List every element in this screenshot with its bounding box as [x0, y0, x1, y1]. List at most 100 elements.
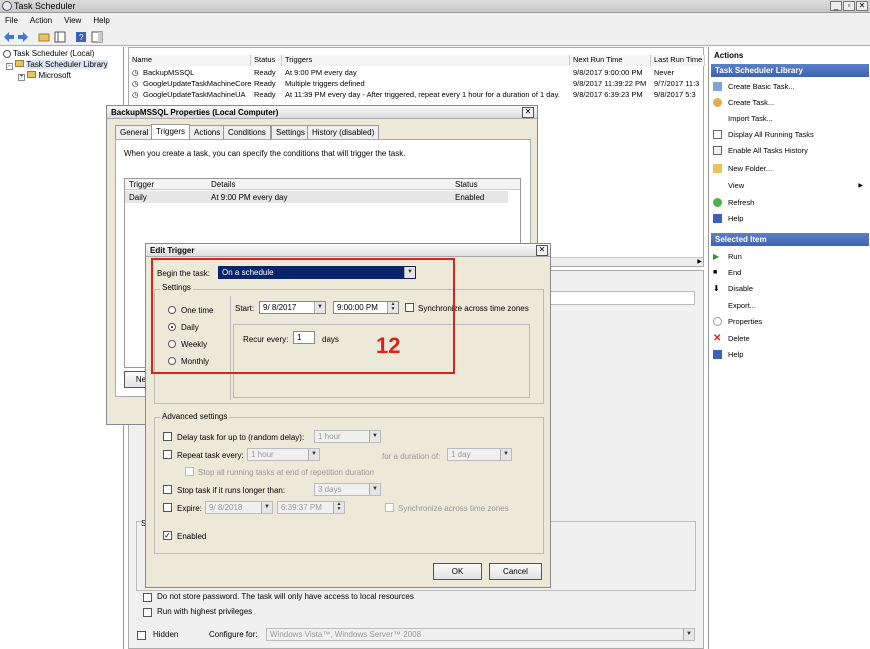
delay-checkbox[interactable] — [163, 432, 172, 441]
configure-for-label: Configure for: — [209, 630, 258, 639]
help-library[interactable]: Help — [713, 214, 743, 223]
maximize-button[interactable]: ▫ — [843, 1, 855, 11]
hidden-checkbox[interactable] — [137, 631, 146, 640]
forward-arrow-icon[interactable] — [17, 31, 29, 43]
folder-icon — [15, 60, 25, 67]
tree-root[interactable]: Task Scheduler (Local) — [3, 49, 94, 58]
chevron-down-icon: ▼ — [369, 431, 380, 442]
configure-for-select[interactable]: Windows Vista™, Windows Server™ 2008 ▼ — [266, 628, 695, 641]
highest-privileges-label: Run with highest privileges — [157, 607, 253, 616]
annotation-step-number: 12 — [376, 333, 401, 358]
cancel-button[interactable]: Cancel — [489, 563, 542, 580]
stop-longer-select[interactable]: 3 days ▼ — [314, 483, 381, 496]
toolbar: ? — [0, 28, 870, 46]
import-task[interactable]: Import Task... — [713, 114, 773, 123]
enabled-checkbox[interactable]: ✓ — [163, 531, 172, 540]
tree-microsoft[interactable]: + Microsoft — [18, 71, 71, 81]
help-icon — [713, 350, 722, 359]
properties[interactable]: Properties — [713, 317, 762, 326]
expire-label: Expire: — [177, 504, 202, 513]
delete-x-icon: ✕ — [713, 333, 722, 344]
section-selected-item[interactable]: Selected Item — [711, 233, 869, 246]
tab-actions[interactable]: Actions — [189, 125, 226, 139]
end-task[interactable]: ■ End — [713, 268, 741, 277]
help-icon[interactable]: ? — [75, 31, 87, 43]
create-basic-task[interactable]: Create Basic Task... — [713, 82, 795, 91]
highest-privileges-checkbox[interactable] — [143, 608, 152, 617]
ok-button[interactable]: OK — [433, 563, 482, 580]
section-library[interactable]: Task Scheduler Library — [711, 64, 869, 77]
minimize-button[interactable]: _ — [830, 1, 842, 11]
export-task[interactable]: Export... — [713, 301, 756, 310]
tab-triggers[interactable]: Triggers — [151, 124, 191, 139]
panel-icon[interactable] — [91, 31, 103, 43]
column-name[interactable]: Name — [129, 55, 251, 66]
folder-up-icon[interactable] — [38, 31, 50, 43]
collapse-icon[interactable]: - — [6, 63, 13, 70]
wizard-icon — [713, 82, 722, 91]
clock-icon — [3, 49, 11, 58]
expire-time-spinner[interactable]: 6:39:37 PM ▲ ▼ — [277, 501, 345, 514]
column-next-run[interactable]: Next Run Time — [570, 55, 651, 66]
enable-tasks-history[interactable]: Enable All Tasks History — [713, 146, 808, 155]
expire-sync-checkbox[interactable] — [385, 503, 394, 512]
chevron-down-icon: ▼ — [500, 449, 511, 460]
display-running-tasks[interactable]: Display All Running Tasks — [713, 130, 814, 139]
tree-library[interactable]: - Task Scheduler Library — [6, 60, 108, 70]
refresh[interactable]: Refresh — [713, 198, 754, 207]
help-selected[interactable]: Help — [713, 350, 743, 359]
back-arrow-icon[interactable] — [3, 31, 15, 43]
status-column-header[interactable]: Status — [455, 180, 478, 189]
task-icon — [713, 98, 722, 107]
expire-date-picker[interactable]: 9/ 8/2018 ▼ — [205, 501, 273, 514]
stop-longer-checkbox[interactable] — [163, 485, 172, 494]
menu-view[interactable]: View — [64, 16, 81, 25]
details-column-header[interactable]: Details — [211, 180, 235, 189]
delay-select[interactable]: 1 hour ▼ — [314, 430, 381, 443]
stop-running-checkbox[interactable] — [185, 467, 194, 476]
show-hide-tree-icon[interactable] — [54, 31, 66, 43]
column-triggers[interactable]: Triggers — [282, 55, 570, 66]
window-title-bar: Task Scheduler _ ▫ ✕ — [0, 0, 870, 13]
menu-file[interactable]: File — [5, 16, 18, 25]
duration-select[interactable]: 1 day ▼ — [447, 448, 512, 461]
tab-conditions[interactable]: Conditions — [223, 125, 271, 139]
task-icon: ◷ — [132, 68, 139, 77]
trigger-column-header[interactable]: Trigger — [129, 180, 154, 189]
properties-icon — [713, 317, 722, 326]
task-icon: ◷ — [132, 79, 139, 88]
down-arrow-icon: ⬇ — [713, 284, 720, 293]
stop-running-label: Stop all running tasks at end of repetit… — [198, 468, 375, 477]
no-password-checkbox[interactable] — [143, 593, 152, 602]
properties-close-button[interactable]: ✕ — [522, 107, 534, 118]
close-window-button[interactable]: ✕ — [856, 1, 868, 11]
help-icon — [713, 214, 722, 223]
column-status[interactable]: Status — [251, 55, 282, 66]
create-task[interactable]: Create Task... — [713, 98, 774, 107]
table-row[interactable] — [125, 191, 508, 203]
menu-help[interactable]: Help — [93, 16, 109, 25]
menu-action[interactable]: Action — [30, 16, 52, 25]
delete-task[interactable]: ✕ Delete — [713, 333, 750, 344]
tab-settings[interactable]: Settings — [271, 125, 310, 139]
window-title: Task Scheduler — [14, 1, 76, 11]
repeat-checkbox[interactable] — [163, 450, 172, 459]
tab-history[interactable]: History (disabled) — [307, 125, 380, 139]
stop-longer-label: Stop task if it runs longer than: — [177, 486, 286, 495]
disable-task[interactable]: ⬇ Disable — [713, 284, 753, 293]
expand-icon[interactable]: + — [18, 74, 25, 81]
run-task[interactable]: ▶ Run — [713, 252, 742, 261]
triggers-description: When you create a task, you can specify … — [124, 149, 406, 158]
scroll-right-icon[interactable]: ▶ — [697, 258, 702, 265]
column-last-run[interactable]: Last Run Time — [651, 55, 705, 66]
new-folder[interactable]: New Folder... — [713, 164, 772, 173]
edit-trigger-close-button[interactable]: ✕ — [536, 245, 548, 256]
spinner-arrows-icon: ▲ ▼ — [333, 502, 344, 513]
task-icon: ◷ — [132, 90, 139, 99]
folder-icon — [713, 164, 722, 173]
repeat-select[interactable]: 1 hour ▼ — [247, 448, 320, 461]
properties-title-bar: BackupMSSQL Properties (Local Computer) — [107, 106, 537, 119]
tab-general[interactable]: General — [115, 125, 154, 139]
view-menu[interactable]: View ▶ — [713, 181, 863, 190]
expire-checkbox[interactable] — [163, 503, 172, 512]
